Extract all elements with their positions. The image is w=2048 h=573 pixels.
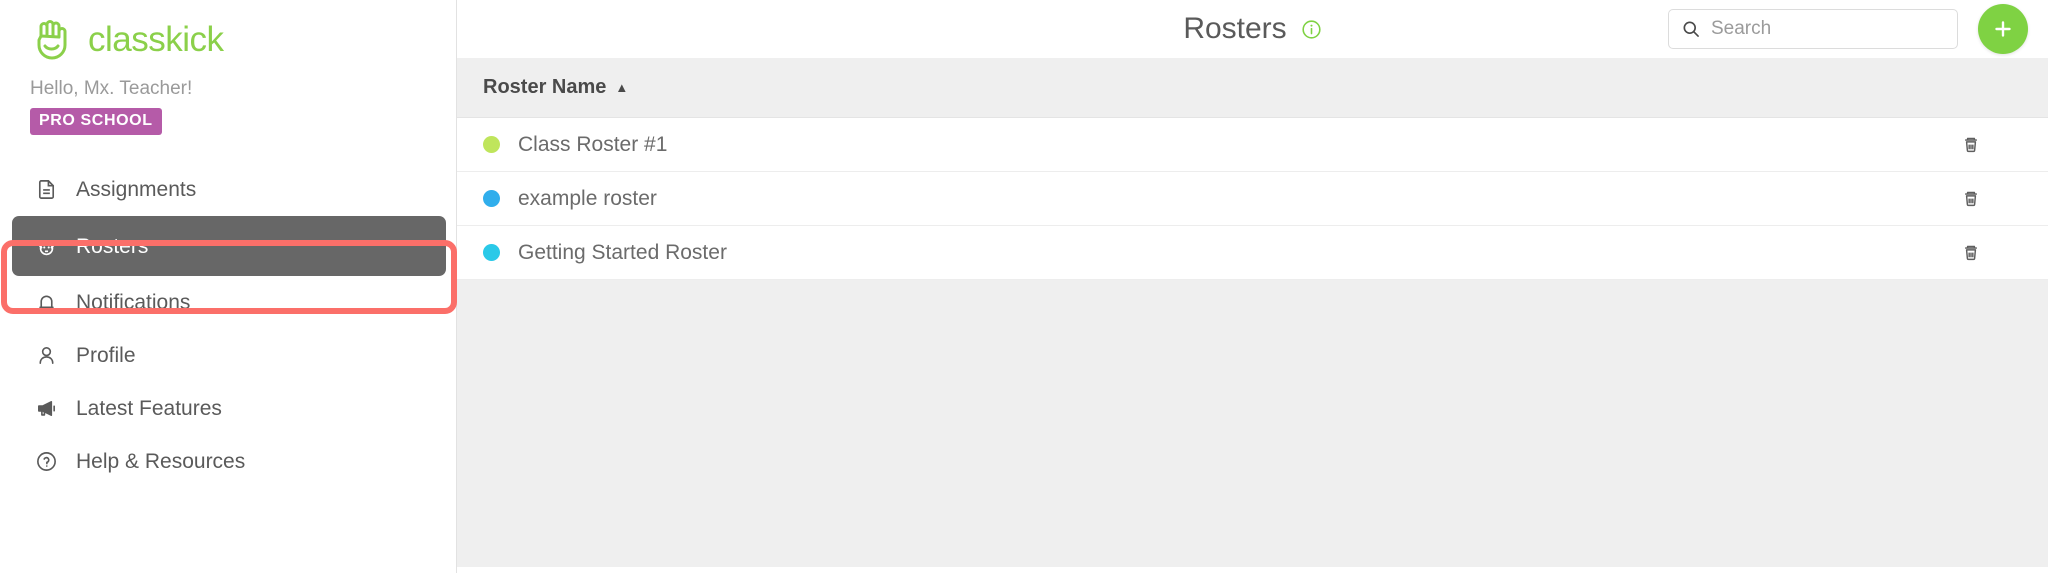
sidebar-item-label: Assignments [76,178,197,201]
sidebar-item-label: Help & Resources [76,450,246,473]
delete-roster-button[interactable] [1954,182,1988,216]
sidebar-item-help-resources[interactable]: Help & Resources [0,435,456,488]
table-empty-area [457,280,2048,567]
topbar: Rosters [457,0,2048,58]
brand-name: classkick [88,20,224,59]
sidebar-nav: Assignments Rosters Notifications Profil… [0,163,456,488]
person-icon [32,342,60,370]
brand[interactable]: classkick [0,0,456,62]
search-box[interactable] [1668,9,1958,49]
column-header-label: Roster Name [483,76,607,98]
add-roster-button[interactable] [1978,4,2028,54]
hand-logo-icon [28,16,76,64]
sidebar-item-label: Rosters [76,234,149,258]
sidebar-item-label: Latest Features [76,397,222,420]
sidebar-item-profile[interactable]: Profile [0,329,456,382]
delete-roster-button[interactable] [1954,128,1988,162]
roster-color-dot [483,244,500,261]
search-input[interactable] [1711,18,1945,40]
info-circle-icon[interactable] [1301,19,1322,40]
search-icon [1681,19,1701,39]
page-title: Rosters [1183,12,1287,45]
sort-asc-icon: ▲ [615,80,629,95]
column-header-roster-name[interactable]: Roster Name ▲ [483,76,628,99]
table-row[interactable]: example roster [457,172,2048,226]
roster-color-dot [483,136,500,153]
sidebar-item-latest-features[interactable]: Latest Features [0,382,456,435]
classkick-app: classkick Hello, Mx. Teacher! PRO SCHOOL… [0,0,2048,573]
topbar-actions [1668,0,2028,58]
sidebar: classkick Hello, Mx. Teacher! PRO SCHOOL… [0,0,457,573]
table-header-row: Roster Name ▲ [457,58,2048,118]
roster-name: example roster [518,186,657,210]
table-row[interactable]: Class Roster #1 [457,118,2048,172]
document-icon [32,176,60,204]
sidebar-item-label: Notifications [76,291,191,314]
main-content: Rosters Search Roster Name ▲ Class Roste… [457,0,2048,573]
roster-name: Class Roster #1 [518,132,668,156]
plan-badge-wrap: PRO SCHOOL [30,108,456,135]
question-circle-icon [32,448,60,476]
sidebar-item-rosters[interactable]: Rosters [12,216,446,276]
sidebar-item-notifications[interactable]: Notifications [0,276,456,329]
roster-color-dot [483,190,500,207]
sidebar-item-assignments[interactable]: Assignments [0,163,456,216]
delete-roster-button[interactable] [1954,236,1988,270]
greeting-text: Hello, Mx. Teacher! [30,78,193,99]
roster-face-icon [32,232,60,260]
sidebar-item-label: Profile [76,344,136,367]
table-row[interactable]: Getting Started Roster [457,226,2048,280]
megaphone-icon [32,395,60,423]
bell-icon [32,289,60,317]
rosters-table: Roster Name ▲ Class Roster #1 example ro… [457,58,2048,567]
roster-name: Getting Started Roster [518,240,727,264]
plan-badge: PRO SCHOOL [30,108,162,135]
